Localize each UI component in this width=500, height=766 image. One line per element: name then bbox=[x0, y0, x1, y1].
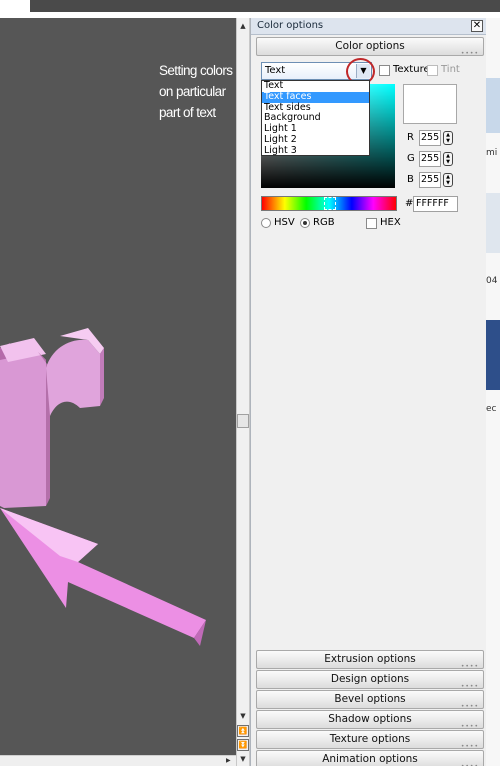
section-label: Bevel options bbox=[334, 693, 406, 705]
edge-text-2: 04 bbox=[486, 276, 498, 286]
scroll-end-arrow-icon[interactable]: ▼ bbox=[238, 754, 248, 764]
green-field[interactable]: 255 bbox=[419, 151, 441, 167]
blue-label: B bbox=[407, 174, 414, 185]
section-color-options[interactable]: Color options •••• bbox=[256, 37, 484, 57]
section-animation-options[interactable]: Animation options •••• bbox=[256, 750, 484, 766]
panel-title-text: Color options bbox=[257, 20, 324, 31]
section-texture-options[interactable]: Texture options •••• bbox=[256, 730, 484, 750]
scroll-down-arrow-icon[interactable]: ▼ bbox=[238, 711, 248, 721]
red-field[interactable]: 255 bbox=[419, 130, 441, 146]
hue-slider[interactable] bbox=[261, 196, 397, 211]
tint-checkbox[interactable] bbox=[427, 65, 438, 76]
section-bevel-options[interactable]: Bevel options •••• bbox=[256, 690, 484, 710]
viewport-canvas[interactable]: Setting colors on particular part of tex… bbox=[0, 18, 236, 766]
blue-field[interactable]: 255 bbox=[419, 172, 441, 188]
red-label: R bbox=[407, 132, 414, 143]
edge-thumbnail-2 bbox=[486, 193, 500, 253]
edge-thumbnail-3 bbox=[486, 320, 500, 390]
section-label: Texture options bbox=[329, 733, 411, 745]
hsv-radio[interactable] bbox=[261, 218, 271, 228]
texture-checkbox[interactable] bbox=[379, 65, 390, 76]
scroll-page-down-icon[interactable]: ⏬ bbox=[237, 739, 249, 751]
scroll-page-up-icon[interactable]: ⏫ bbox=[237, 725, 249, 737]
green-label: G bbox=[407, 153, 415, 164]
vertical-scrollbar[interactable]: ▲ ▼ ⏫ ⏬ ▼ bbox=[236, 18, 250, 766]
section-extrusion-options[interactable]: Extrusion options •••• bbox=[256, 650, 484, 670]
section-label: Color options bbox=[335, 40, 405, 52]
green-stepper-icon[interactable]: ▲ ▼ bbox=[443, 152, 453, 166]
close-icon[interactable]: ✕ bbox=[471, 20, 483, 32]
red-stepper-icon[interactable]: ▲ ▼ bbox=[443, 131, 453, 145]
texture-label: Texture bbox=[393, 64, 430, 75]
letter-ear-front bbox=[46, 339, 100, 416]
color-preview-swatch bbox=[403, 84, 457, 124]
select-value: Text bbox=[265, 65, 286, 76]
panel-title: Color options ✕ bbox=[251, 18, 487, 35]
hue-selector-handle[interactable] bbox=[324, 197, 336, 210]
section-label: Shadow options bbox=[328, 713, 412, 725]
tint-label: Tint bbox=[441, 64, 460, 75]
hex-color-field[interactable]: FFFFFF bbox=[413, 196, 458, 212]
letter-ear-side bbox=[100, 348, 104, 406]
background-app-edge: mi 04 ec bbox=[486, 18, 500, 766]
top-dark-bar bbox=[30, 0, 500, 12]
grip-icon: •••• bbox=[461, 758, 479, 766]
rgb-radio[interactable] bbox=[300, 218, 310, 228]
section-design-options[interactable]: Design options •••• bbox=[256, 670, 484, 690]
hsv-label: HSV bbox=[274, 217, 295, 228]
horizontal-scrollbar[interactable]: ▶ bbox=[0, 755, 236, 766]
edge-thumbnail-1 bbox=[486, 78, 500, 133]
hex-label: HEX bbox=[380, 217, 401, 228]
top-strip bbox=[0, 0, 500, 18]
3d-letter-and-arrow bbox=[0, 328, 206, 646]
section-label: Animation options bbox=[322, 753, 418, 765]
letter-stem-front bbox=[0, 352, 46, 508]
scroll-up-arrow-icon[interactable]: ▲ bbox=[238, 21, 248, 31]
section-shadow-options[interactable]: Shadow options •••• bbox=[256, 710, 484, 730]
grip-icon: •••• bbox=[460, 50, 479, 57]
scrollbar-thumb[interactable] bbox=[237, 414, 249, 428]
dropdown-option-text-faces[interactable]: Text faces bbox=[262, 91, 369, 103]
section-label: Extrusion options bbox=[324, 653, 416, 665]
rgb-label: RGB bbox=[313, 217, 335, 228]
scroll-right-arrow-icon[interactable]: ▶ bbox=[226, 757, 231, 764]
color-target-dropdown[interactable]: Text Text faces Text sides Background Li… bbox=[261, 80, 370, 156]
edge-text-1: mi bbox=[486, 148, 498, 158]
dropdown-option-light-3[interactable]: Light 3 bbox=[262, 145, 369, 157]
color-options-panel: Color options ✕ Color options •••• Text … bbox=[250, 18, 487, 766]
edge-text-3: ec bbox=[486, 404, 497, 414]
blue-stepper-icon[interactable]: ▲ ▼ bbox=[443, 173, 453, 187]
section-label: Design options bbox=[330, 673, 410, 685]
hex-checkbox[interactable] bbox=[366, 218, 377, 229]
